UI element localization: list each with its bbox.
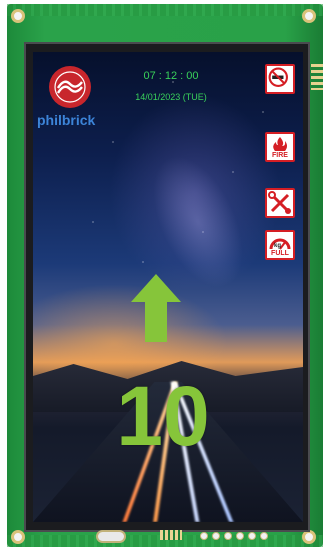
mounting-hole [11, 530, 25, 544]
up-arrow-icon [131, 274, 181, 342]
header-pins [160, 530, 182, 540]
scale-glyph: kg [269, 238, 291, 250]
display-screen: philbrick 07 : 12 : 00 14/01/2023 (TUE) … [33, 52, 303, 522]
solder-pads [200, 532, 268, 540]
overload-label: FULL [271, 250, 289, 257]
overload-unit: kg [274, 243, 281, 249]
maintenance-icon [265, 188, 295, 218]
side-connector [311, 64, 323, 90]
fire-alarm-icon: FIRE [265, 132, 295, 162]
mounting-hole [302, 9, 316, 23]
clock-time: 07 : 12 : 00 [143, 70, 199, 82]
brand-name: philbrick [37, 112, 96, 128]
floor-number: 10 [116, 369, 210, 463]
solder-pad [212, 532, 220, 540]
bottom-connector [96, 530, 126, 543]
clock-date: 14/01/2023 (TUE) [135, 92, 207, 102]
solder-pad [224, 532, 232, 540]
solder-pad [200, 532, 208, 540]
solder-pad [236, 532, 244, 540]
solder-pad [260, 532, 268, 540]
overload-icon: kg FULL [265, 230, 295, 260]
no-smoking-icon [265, 64, 295, 94]
no-smoking-glyph [268, 67, 288, 87]
company-logo-icon [49, 66, 91, 108]
fire-label: FIRE [272, 152, 288, 159]
mounting-hole [302, 530, 316, 544]
wrench-screwdriver-glyph [268, 191, 291, 214]
pcb-top-traces [7, 4, 323, 16]
mounting-hole [11, 9, 25, 23]
solder-pad [248, 532, 256, 540]
